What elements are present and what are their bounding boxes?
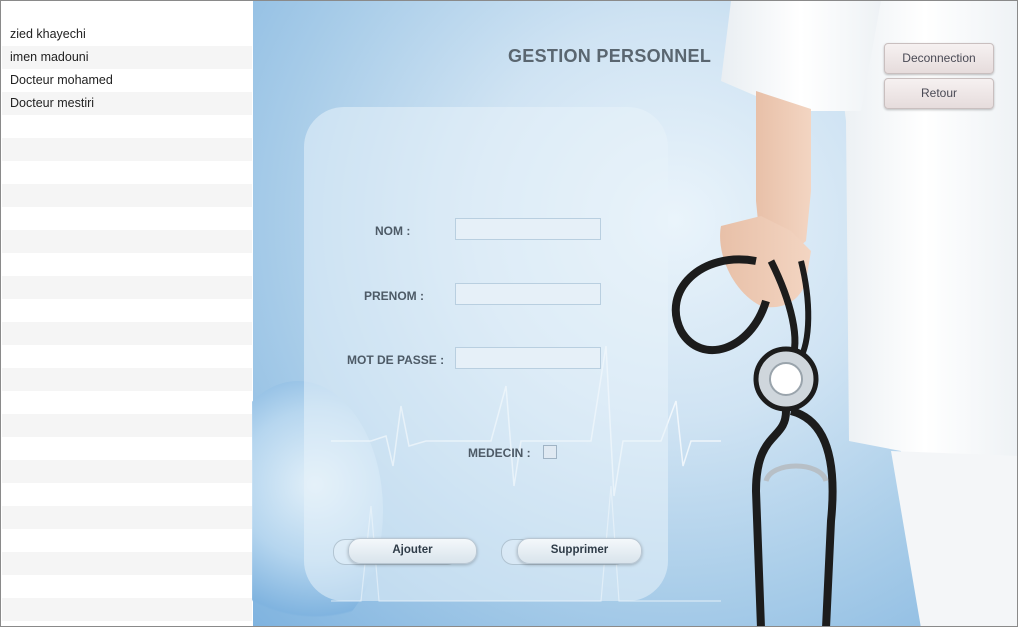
page-title: GESTION PERSONNEL <box>508 46 712 66</box>
list-item-empty[interactable] <box>2 483 252 506</box>
list-item-empty[interactable] <box>2 575 252 598</box>
list-item[interactable]: Docteur mestiri <box>2 92 252 115</box>
ajouter-button[interactable]: Ajouter <box>348 538 477 564</box>
list-item-empty[interactable] <box>2 506 252 529</box>
list-item-empty[interactable] <box>2 368 252 391</box>
password-input[interactable] <box>455 347 601 369</box>
list-item-empty[interactable] <box>2 115 252 138</box>
list-item-empty[interactable] <box>2 552 252 575</box>
list-item[interactable]: imen madouni <box>2 46 252 69</box>
list-item-empty[interactable] <box>2 161 252 184</box>
supprimer-button[interactable]: Supprimer <box>517 538 642 564</box>
list-item-empty[interactable] <box>2 391 252 414</box>
nom-input[interactable] <box>455 218 601 240</box>
list-item-empty[interactable] <box>2 460 252 483</box>
nom-label: NOM : <box>375 224 411 238</box>
list-item-empty[interactable] <box>2 138 252 161</box>
list-item[interactable]: Docteur mohamed <box>2 69 252 92</box>
personnel-list[interactable]: zied khayechi imen madouni Docteur mohamed… <box>2 23 252 626</box>
list-item-empty[interactable] <box>2 598 252 621</box>
password-label: MOT DE PASSE : <box>347 353 445 367</box>
list-item-empty[interactable] <box>2 437 252 460</box>
retour-button[interactable]: Retour <box>884 78 994 109</box>
list-item-empty[interactable] <box>2 529 252 552</box>
list-item-empty[interactable] <box>2 414 252 437</box>
list-item-empty[interactable] <box>2 184 252 207</box>
list-item-empty[interactable] <box>2 345 252 368</box>
medecin-label: MEDECIN : <box>468 446 531 460</box>
list-header <box>2 2 252 23</box>
deconnection-button[interactable]: Deconnection <box>884 43 994 74</box>
medecin-checkbox[interactable] <box>543 445 557 459</box>
prenom-input[interactable] <box>455 283 601 305</box>
list-item-empty[interactable] <box>2 276 252 299</box>
list-item[interactable]: zied khayechi <box>2 23 252 46</box>
list-item-empty[interactable] <box>2 230 252 253</box>
list-item-empty[interactable] <box>2 322 252 345</box>
list-item-empty[interactable] <box>2 207 252 230</box>
app-window: zied khayechi imen madouni Docteur mohamed… <box>0 0 1018 627</box>
list-item-empty[interactable] <box>2 299 252 322</box>
prenom-label: PRENOM : <box>364 289 424 303</box>
list-item-empty[interactable] <box>2 253 252 276</box>
